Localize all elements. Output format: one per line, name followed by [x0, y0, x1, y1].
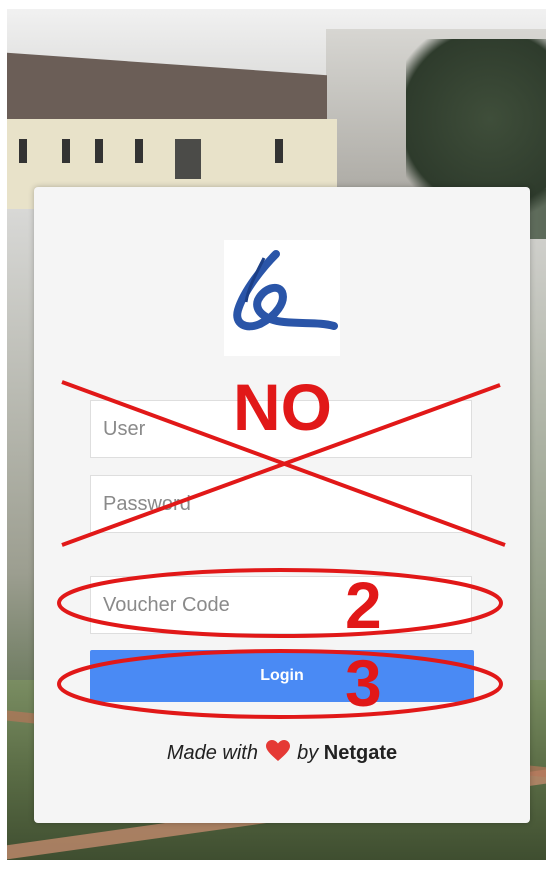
netgate-link[interactable]: Netgate: [324, 742, 397, 764]
footer-credit: Made with by Netgate: [34, 740, 530, 765]
voucher-code-field[interactable]: Voucher Code: [90, 576, 472, 634]
made-with-text: Made with: [166, 742, 258, 764]
password-placeholder: Password: [103, 492, 191, 515]
password-field[interactable]: Password: [90, 475, 472, 533]
by-text: by: [297, 742, 319, 764]
login-button[interactable]: Login: [90, 650, 474, 702]
step-2-annotation: 2: [345, 568, 382, 642]
voucher-placeholder: Voucher Code: [103, 593, 230, 616]
no-annotation: NO: [233, 370, 332, 444]
company-logo: [224, 240, 340, 356]
heart-icon: [265, 740, 290, 761]
user-placeholder: User: [103, 417, 146, 440]
step-3-annotation: 3: [345, 646, 382, 720]
